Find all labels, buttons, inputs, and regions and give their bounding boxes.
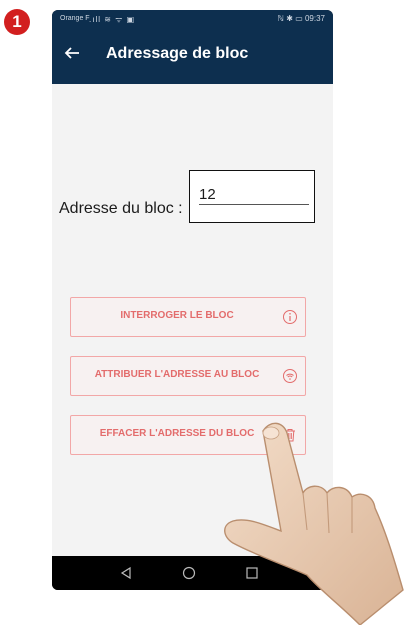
wifi-icon xyxy=(282,368,298,384)
block-address-label: Adresse du bloc : xyxy=(59,200,183,217)
pointing-hand-illustration xyxy=(224,422,404,625)
nav-back-icon[interactable] xyxy=(118,565,134,581)
query-block-label: INTERROGER LE BLOC xyxy=(120,310,234,321)
block-address-box xyxy=(189,170,315,223)
assign-address-label: ATTRIBUER L'ADRESSE AU BLOC xyxy=(94,369,260,380)
assign-address-button[interactable]: ATTRIBUER L'ADRESSE AU BLOC xyxy=(70,356,306,396)
page-title: Adressage de bloc xyxy=(106,45,249,62)
info-icon xyxy=(282,309,298,325)
nav-home-icon[interactable] xyxy=(181,565,197,581)
block-address-input[interactable] xyxy=(199,184,309,205)
status-right-icons: ℕ ✱ ▭ 09:37 xyxy=(277,14,325,23)
query-block-button[interactable]: INTERROGER LE BLOC xyxy=(70,297,306,337)
step-number-badge: 1 xyxy=(4,9,30,35)
signal-icons: .ıll ≋ ᯤ ▣ xyxy=(89,15,136,24)
carrier-name: Orange F xyxy=(60,15,90,22)
status-bar: Orange F .ıll ≋ ᯤ ▣ ℕ ✱ ▭ 09:37 xyxy=(52,10,333,29)
back-arrow-icon[interactable] xyxy=(64,45,80,65)
app-bar: Adressage de bloc xyxy=(52,29,333,84)
